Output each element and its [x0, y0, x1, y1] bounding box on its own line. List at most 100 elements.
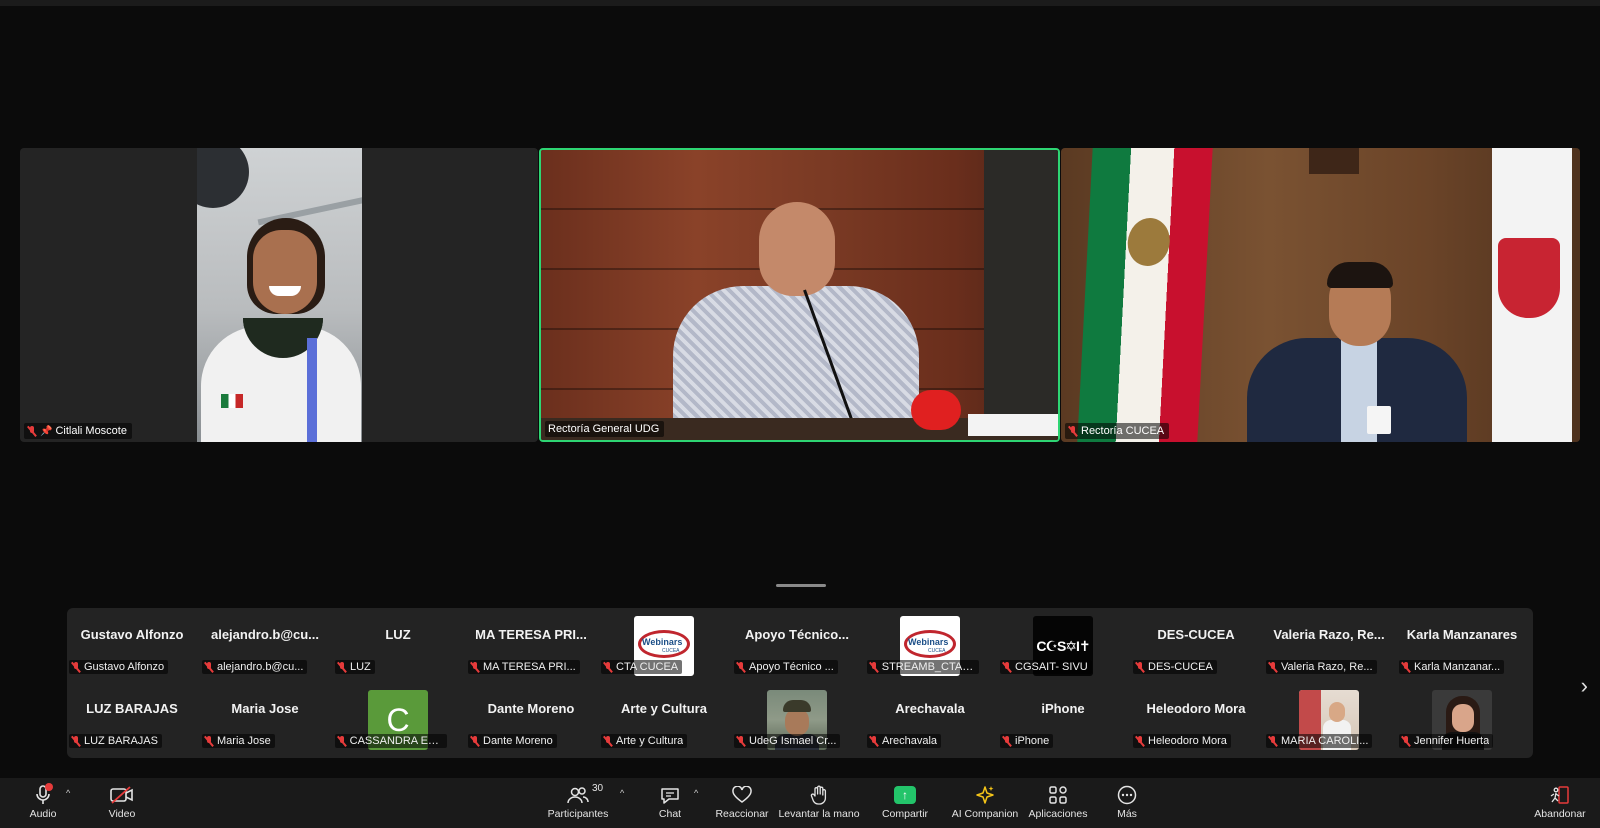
participant-label: MA TERESA PRI...: [468, 660, 580, 674]
mic-muted-icon: [1135, 661, 1145, 673]
participant-name-tag: Rectoría CUCEA: [1065, 423, 1170, 439]
participant-label: CTA CUCEA: [601, 660, 683, 674]
strip-resize-handle[interactable]: [776, 584, 826, 587]
participant-label: Valeria Razo, Re...: [1266, 660, 1377, 674]
participant-display-name: Valeria Razo, Re...: [1273, 627, 1385, 642]
chevron-up-icon[interactable]: ^: [620, 788, 624, 798]
participant-tile[interactable]: Jennifer Huerta: [1397, 682, 1527, 752]
mic-muted-icon: [337, 735, 347, 747]
participant-name: Citlali Moscote: [55, 425, 127, 437]
participant-name-tag: Rectoría General UDG: [545, 421, 665, 437]
participant-tile[interactable]: Arte y Cultura Arte y Cultura: [599, 682, 729, 752]
participant-display-name: MA TERESA PRI...: [475, 627, 587, 642]
leave-meeting-button[interactable]: Abandonar: [1534, 778, 1586, 828]
mic-muted-icon: [1135, 735, 1145, 747]
video-off-icon: [110, 784, 134, 806]
participant-display-name: Arechavala: [895, 701, 965, 716]
participant-label: Arechavala: [867, 734, 942, 748]
mic-muted-icon: [869, 661, 879, 673]
apps-button[interactable]: Aplicaciones: [1028, 778, 1088, 828]
share-screen-icon: ↑: [893, 784, 917, 806]
mic-muted-icon: [1068, 425, 1078, 437]
participant-display-name: Dante Moreno: [487, 701, 575, 716]
mic-muted-icon: [204, 661, 214, 673]
raise-hand-button[interactable]: Levantar la mano: [778, 778, 860, 828]
participant-tile[interactable]: MA TERESA PRI... MA TERESA PRI...: [466, 608, 596, 678]
video-tile-rectoria-cucea[interactable]: Rectoría CUCEA: [1061, 148, 1580, 442]
react-button[interactable]: Reaccionar: [715, 778, 769, 828]
participant-display-name: alejandro.b@cu...: [210, 627, 320, 642]
mic-muted-icon: [337, 661, 347, 673]
window-top-bar: [0, 0, 1600, 6]
mic-muted-icon: [1002, 735, 1012, 747]
participant-tile[interactable]: LUZ LUZ: [333, 608, 463, 678]
video-tile-citlali[interactable]: 📌 Citlali Moscote: [20, 148, 538, 442]
participant-tile[interactable]: Heleodoro Mora Heleodoro Mora: [1131, 682, 1261, 752]
chevron-right-icon[interactable]: ›: [1581, 673, 1588, 699]
apps-icon: [1046, 784, 1070, 806]
participant-tile[interactable]: MARIA CAROLI...: [1264, 682, 1394, 752]
participant-label: LUZ: [335, 660, 375, 674]
participant-label: alejandro.b@cu...: [202, 660, 308, 674]
participant-tile[interactable]: alejandro.b@cu... alejandro.b@cu...: [200, 608, 330, 678]
microphone-icon: [31, 783, 55, 806]
audio-button[interactable]: Audio: [28, 778, 58, 828]
mic-muted-icon: [204, 735, 214, 747]
ai-companion-button[interactable]: AI Companion: [950, 778, 1020, 828]
participant-label: UdeG Ismael Cr...: [734, 734, 841, 748]
participant-tile[interactable]: UdeG Ismael Cr...: [732, 682, 862, 752]
mic-muted-icon: [71, 661, 81, 673]
participant-label: Karla Manzanar...: [1399, 660, 1505, 674]
participant-label: Dante Moreno: [468, 734, 557, 748]
share-screen-button[interactable]: ↑ Compartir: [880, 778, 930, 828]
participant-tile[interactable]: Dante Moreno Dante Moreno: [466, 682, 596, 752]
participant-display-name: LUZ BARAJAS: [86, 701, 178, 716]
participant-tile[interactable]: Maria Jose Maria Jose: [200, 682, 330, 752]
participants-count: 30: [592, 783, 604, 794]
participants-icon: [566, 784, 590, 806]
mic-muted-icon: [1401, 735, 1411, 747]
participant-tile[interactable]: Karla Manzanares Karla Manzanar...: [1397, 608, 1527, 678]
participant-tile[interactable]: Arechavala Arechavala: [865, 682, 995, 752]
participant-label: LUZ BARAJAS: [69, 734, 162, 748]
mic-muted-icon: [736, 661, 746, 673]
participant-display-name: Karla Manzanares: [1406, 627, 1518, 642]
chevron-up-icon[interactable]: ^: [66, 788, 70, 798]
video-tile-rectoria-general[interactable]: Rectoría General UDG: [539, 148, 1060, 442]
participant-label: STREAMB_CTA_...: [867, 660, 979, 674]
heart-icon: [730, 784, 754, 806]
video-gallery: 📌 Citlali Moscote Rectoría General UDG R…: [20, 148, 1580, 442]
mic-muted-icon: [603, 661, 613, 673]
participant-strip: Gustavo Alfonzo Gustavo Alfonzo alejandr…: [67, 608, 1533, 758]
chevron-up-icon[interactable]: ^: [694, 788, 698, 798]
participant-tile[interactable]: C☪S✡I✝ CGSAIT- SIVU: [998, 608, 1128, 678]
participant-label: MARIA CAROLI...: [1266, 734, 1373, 748]
participant-tile[interactable]: Gustavo Alfonzo Gustavo Alfonzo: [67, 608, 197, 678]
meeting-toolbar: Audio ^ Video Participantes 30 ^ Chat ^ …: [0, 778, 1600, 828]
mic-muted-badge: [45, 783, 53, 791]
video-button[interactable]: Video: [104, 778, 140, 828]
participant-tile[interactable]: iPhone iPhone: [998, 682, 1128, 752]
mic-muted-icon: [470, 661, 480, 673]
mic-muted-icon: [869, 735, 879, 747]
chat-button[interactable]: Chat: [656, 778, 684, 828]
participant-label: iPhone: [1000, 734, 1054, 748]
mic-muted-icon: [71, 735, 81, 747]
participant-display-name: Gustavo Alfonzo: [80, 627, 184, 642]
mic-muted-icon: [470, 735, 480, 747]
participant-display-name: iPhone: [1041, 701, 1085, 716]
mic-muted-icon: [1268, 735, 1278, 747]
participant-display-name: Heleodoro Mora: [1146, 701, 1246, 716]
participant-tile[interactable]: Valeria Razo, Re... Valeria Razo, Re...: [1264, 608, 1394, 678]
mic-muted-icon: [27, 425, 37, 437]
more-button[interactable]: Más: [1114, 778, 1140, 828]
participant-tile[interactable]: Apoyo Técnico... Apoyo Técnico ...: [732, 608, 862, 678]
participant-display-name: Apoyo Técnico...: [744, 627, 849, 642]
participant-tile[interactable]: DES-CUCEA DES-CUCEA: [1131, 608, 1261, 678]
hand-icon: [807, 784, 831, 806]
participant-label: CASSANDRA ELI...: [335, 734, 447, 748]
participant-tile[interactable]: C CASSANDRA ELI...: [333, 682, 463, 752]
participant-tile[interactable]: Webinars CUCEA CTA CUCEA: [599, 608, 729, 678]
participant-tile[interactable]: LUZ BARAJAS LUZ BARAJAS: [67, 682, 197, 752]
participant-tile[interactable]: Webinars CUCEA STREAMB_CTA_...: [865, 608, 995, 678]
